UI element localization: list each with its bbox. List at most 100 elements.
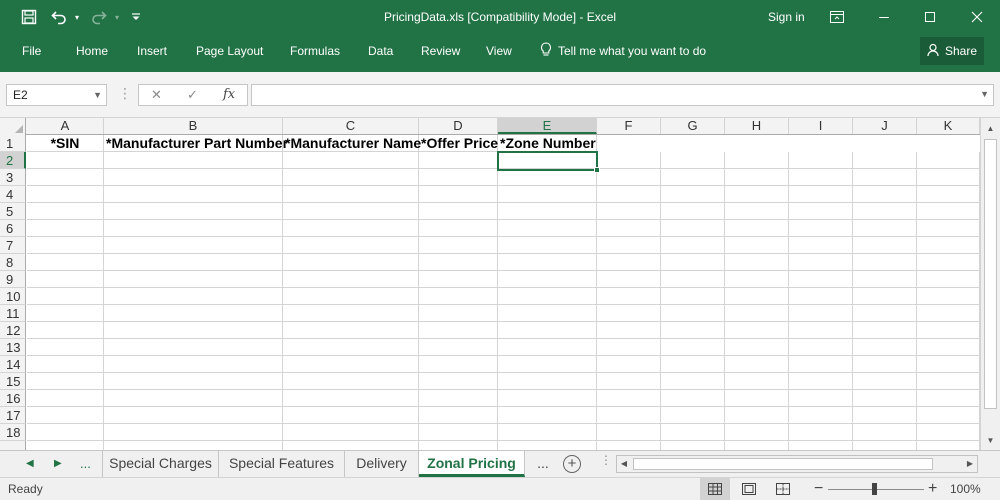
grid-cell[interactable] — [104, 322, 283, 339]
grid-cell[interactable] — [725, 288, 789, 305]
sheet-tab-zonal-pricing[interactable]: Zonal Pricing — [419, 451, 525, 477]
column-header-d[interactable]: D — [419, 118, 498, 134]
grid-cell[interactable] — [597, 356, 661, 373]
grid-cell[interactable] — [283, 152, 419, 169]
grid-cell[interactable] — [725, 186, 789, 203]
grid-cell[interactable] — [419, 424, 498, 441]
grid-cell[interactable] — [725, 424, 789, 441]
column-header-b[interactable]: B — [104, 118, 283, 134]
grid-cell[interactable] — [27, 186, 104, 203]
column-header-e[interactable]: E — [498, 118, 597, 134]
tab-data[interactable]: Data — [368, 34, 393, 68]
grid-cell[interactable] — [725, 220, 789, 237]
grid-cell[interactable] — [419, 203, 498, 220]
sheet-tab-special-features[interactable]: Special Features — [219, 451, 345, 477]
grid-cell[interactable] — [661, 152, 725, 169]
grid-cell[interactable] — [498, 220, 597, 237]
grid-cell[interactable] — [597, 203, 661, 220]
grid-cell[interactable] — [104, 339, 283, 356]
row-header-3[interactable]: 3 — [0, 169, 26, 186]
cancel-icon[interactable]: ✕ — [151, 85, 162, 105]
scroll-left-icon[interactable]: ◀ — [617, 456, 631, 472]
worksheet-grid[interactable]: A B C D E F G H I J K 1 2 3 4 5 6 7 8 9 … — [0, 118, 980, 450]
grid-cell[interactable] — [725, 373, 789, 390]
tab-view[interactable]: View — [486, 34, 512, 68]
column-header-j[interactable]: J — [853, 118, 917, 134]
grid-cell[interactable] — [917, 407, 980, 424]
grid-cell[interactable] — [104, 237, 283, 254]
grid-cell[interactable] — [917, 254, 980, 271]
grid-cell[interactable] — [104, 407, 283, 424]
horizontal-scroll-thumb[interactable] — [633, 458, 933, 470]
tab-insert[interactable]: Insert — [137, 34, 167, 68]
grid-cell[interactable] — [27, 390, 104, 407]
grid-cell[interactable] — [27, 356, 104, 373]
grid-cell[interactable] — [853, 288, 917, 305]
redo-icon[interactable] — [86, 0, 112, 34]
grid-cell[interactable] — [597, 169, 661, 186]
grid-cell[interactable] — [419, 220, 498, 237]
zoom-out-icon[interactable]: − — [814, 480, 823, 498]
grid-cell[interactable] — [283, 186, 419, 203]
sheet-more-right[interactable]: ... — [527, 451, 559, 477]
grid-cell[interactable] — [917, 373, 980, 390]
grid-cell[interactable] — [597, 390, 661, 407]
grid-cell[interactable] — [917, 203, 980, 220]
row-header-18[interactable]: 18 — [0, 424, 26, 441]
grid-cell[interactable] — [419, 271, 498, 288]
active-cell-e2[interactable] — [497, 151, 600, 173]
grid-cell[interactable] — [27, 441, 104, 450]
insert-function-icon[interactable]: fx — [223, 85, 235, 105]
grid-cell[interactable] — [27, 288, 104, 305]
grid-cell[interactable] — [498, 271, 597, 288]
grid-cell[interactable] — [597, 254, 661, 271]
grid-cell[interactable] — [283, 220, 419, 237]
grid-cell[interactable] — [27, 203, 104, 220]
column-header-g[interactable]: G — [661, 118, 725, 134]
grid-cell[interactable] — [789, 322, 853, 339]
grid-cell[interactable] — [419, 339, 498, 356]
grid-cell[interactable] — [283, 424, 419, 441]
grid-cell[interactable] — [498, 356, 597, 373]
column-header-k[interactable]: K — [917, 118, 980, 134]
scroll-right-icon[interactable]: ▶ — [963, 456, 977, 472]
sheet-tab-delivery[interactable]: Delivery — [345, 451, 419, 477]
grid-cell[interactable] — [419, 152, 498, 169]
grid-cell[interactable] — [27, 152, 104, 169]
row-header-4[interactable]: 4 — [0, 186, 26, 203]
grid-cell[interactable] — [917, 441, 980, 450]
grid-cell[interactable] — [661, 305, 725, 322]
row-header-12[interactable]: 12 — [0, 322, 26, 339]
grid-cell[interactable] — [853, 254, 917, 271]
grid-cell[interactable] — [283, 339, 419, 356]
grid-cell[interactable] — [104, 373, 283, 390]
grid-cell[interactable] — [725, 271, 789, 288]
column-header-h[interactable]: H — [725, 118, 789, 134]
grid-cell[interactable] — [917, 356, 980, 373]
grid-cell[interactable] — [661, 237, 725, 254]
grid-cell[interactable] — [597, 441, 661, 450]
grid-cell[interactable] — [725, 152, 789, 169]
vertical-scrollbar[interactable]: ▲ ▼ — [980, 118, 1000, 450]
grid-cell[interactable] — [661, 271, 725, 288]
grid-cell[interactable] — [597, 407, 661, 424]
grid-cell[interactable] — [789, 339, 853, 356]
grid-cell[interactable] — [917, 169, 980, 186]
redo-dropdown-icon[interactable]: ▾ — [112, 0, 122, 34]
grid-cell[interactable] — [661, 288, 725, 305]
row-header-6[interactable]: 6 — [0, 220, 26, 237]
row-header-13[interactable]: 13 — [0, 339, 26, 356]
scroll-up-icon[interactable]: ▲ — [981, 120, 1000, 137]
row-header-15[interactable]: 15 — [0, 373, 26, 390]
tab-home[interactable]: Home — [76, 34, 108, 68]
grid-cell[interactable] — [283, 356, 419, 373]
grid-cell[interactable] — [917, 220, 980, 237]
grid-cell[interactable] — [789, 441, 853, 450]
vertical-scroll-thumb[interactable] — [984, 139, 997, 409]
grid-cell[interactable] — [853, 237, 917, 254]
grid-cell[interactable] — [661, 186, 725, 203]
grid-cell[interactable] — [597, 220, 661, 237]
grid-cell[interactable] — [725, 441, 789, 450]
grid-cell[interactable] — [661, 322, 725, 339]
grid-cell[interactable] — [853, 424, 917, 441]
